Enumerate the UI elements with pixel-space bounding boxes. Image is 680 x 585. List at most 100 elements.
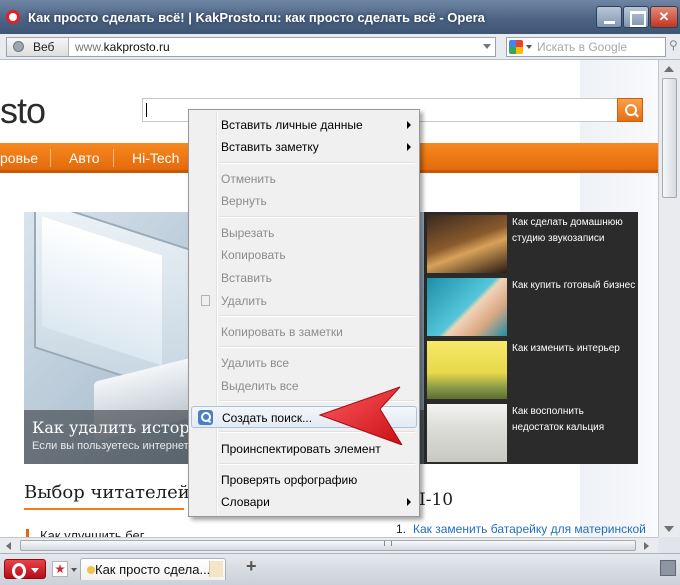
tab-label: Как просто сдела...	[95, 562, 211, 577]
menu-item-label: Вставить личные данные	[221, 118, 363, 132]
address-history-dropdown-icon[interactable]	[483, 44, 491, 49]
vertical-scroll-thumb[interactable]	[662, 78, 677, 198]
side-article-title[interactable]: Как изменить интерьер	[512, 341, 636, 357]
menu-item-insert-personal-data[interactable]: Вставить личные данные	[191, 114, 417, 136]
google-icon[interactable]	[509, 40, 523, 54]
web-badge[interactable]: Веб	[7, 38, 69, 56]
annotation-arrow-icon	[318, 386, 403, 445]
address-url[interactable]: www.kakprosto.ru	[75, 38, 170, 56]
search-go-icon[interactable]: ⚲	[669, 38, 679, 52]
menu-separator	[219, 463, 415, 465]
scroll-down-arrow-icon[interactable]	[664, 526, 674, 532]
minimize-button[interactable]	[596, 6, 622, 28]
side-article-title[interactable]: Как купить готовый бизнес	[512, 278, 636, 294]
article-link[interactable]: Как улучшить бег	[40, 528, 144, 537]
opera-logo-icon	[6, 10, 20, 24]
context-menu: Вставить личные данные Вставить заметку …	[188, 109, 420, 517]
scroll-left-arrow-icon[interactable]	[6, 542, 11, 550]
section-title-top: I-10	[419, 490, 454, 510]
menu-item-label: Копировать в заметки	[221, 325, 343, 339]
side-article-title[interactable]: Как восполнить недостаток кальция	[512, 404, 636, 436]
scroll-grip-icon	[384, 541, 392, 546]
list-bullet	[26, 529, 29, 537]
scroll-right-arrow-icon[interactable]	[644, 542, 649, 550]
menu-item-label: Вернуть	[221, 194, 267, 208]
menu-separator	[219, 216, 415, 218]
search-field[interactable]: Искать в Google	[506, 37, 666, 57]
list-number: 1.	[396, 522, 407, 536]
article-link[interactable]: Как заменить батарейку для материнской	[413, 522, 646, 536]
menu-item-redo[interactable]: Вернуть	[191, 190, 417, 212]
new-tab-button[interactable]: +	[246, 556, 257, 577]
menu-item-label: Удалить	[221, 294, 267, 308]
nav-divider	[113, 149, 114, 167]
side-article-thumbnail	[427, 278, 507, 336]
menu-item-check-spelling[interactable]: Проверять орфографию	[191, 469, 417, 491]
tab-active[interactable]: Как просто сдела...	[80, 558, 226, 580]
menu-item-label: Отменить	[221, 172, 276, 186]
side-article-thumbnail	[427, 215, 507, 273]
nav-item-auto[interactable]: Авто	[69, 143, 100, 173]
site-search-button[interactable]	[617, 98, 643, 122]
search-engine-dropdown-icon[interactable]	[526, 45, 532, 49]
scroll-corner	[658, 537, 680, 553]
menu-item-label: Выделить все	[221, 379, 299, 393]
side-article-list: Как сделать домашнюю студию звукозаписи …	[424, 212, 638, 464]
menu-item-label: Создать поиск...	[222, 411, 313, 425]
opera-menu-button[interactable]	[4, 559, 46, 579]
panel-toggle-icon[interactable]	[660, 560, 676, 576]
text-caret	[146, 103, 147, 117]
menu-item-dictionaries[interactable]: Словари	[191, 491, 417, 513]
menu-item-copy-to-notes[interactable]: Копировать в заметки	[191, 321, 417, 343]
delete-icon	[201, 295, 210, 306]
hero-subtitle: Если вы пользуетесь интернетом	[32, 440, 203, 452]
menu-item-insert-note[interactable]: Вставить заметку	[191, 136, 417, 158]
bookmark-dropdown-icon[interactable]	[71, 568, 77, 572]
address-field[interactable]: Веб www.kakprosto.ru	[6, 37, 496, 57]
section-underline	[24, 508, 184, 510]
side-article[interactable]: Как изменить интерьер	[424, 338, 638, 401]
tab-close-button[interactable]	[209, 561, 223, 577]
address-toolbar: Веб www.kakprosto.ru Искать в Google	[0, 34, 680, 60]
menu-item-paste[interactable]: Вставить	[191, 267, 417, 289]
menu-item-cut[interactable]: Вырезать	[191, 222, 417, 244]
side-article[interactable]: Как купить готовый бизнес	[424, 275, 638, 338]
menu-item-label: Копировать	[221, 248, 286, 262]
menu-item-copy[interactable]: Копировать	[191, 244, 417, 266]
vertical-scrollbar[interactable]	[658, 60, 680, 537]
submenu-arrow-icon	[407, 121, 411, 129]
menu-item-delete[interactable]: Удалить	[191, 290, 417, 312]
site-logo[interactable]: sto	[0, 90, 46, 132]
horizontal-scroll-thumb[interactable]	[20, 540, 636, 551]
nav-item-health[interactable]: ровье	[0, 143, 38, 173]
web-badge-label: Веб	[33, 40, 55, 54]
side-article[interactable]: Как сделать домашнюю студию звукозаписи	[424, 212, 638, 275]
maximize-button[interactable]	[623, 6, 649, 28]
menu-separator	[219, 315, 415, 317]
tab-bar: Как просто сдела... +	[0, 553, 680, 585]
create-search-icon	[198, 410, 213, 425]
menu-item-label: Вырезать	[221, 226, 275, 240]
menu-item-undo[interactable]: Отменить	[191, 168, 417, 190]
menu-item-label: Удалить все	[221, 356, 290, 370]
search-placeholder: Искать в Google	[537, 40, 628, 54]
menu-item-label: Вставить	[221, 271, 272, 285]
horizontal-scrollbar[interactable]	[0, 537, 658, 553]
menu-item-label: Проверять орфографию	[221, 473, 358, 487]
scroll-up-arrow-icon[interactable]	[664, 66, 674, 72]
nav-divider	[50, 149, 51, 167]
close-button[interactable]: ✕	[650, 6, 678, 28]
tab-favicon-icon	[87, 566, 95, 574]
menu-separator	[219, 162, 415, 164]
nav-item-hitech[interactable]: Hi-Tech	[132, 143, 179, 173]
menu-separator	[219, 346, 415, 348]
globe-icon	[13, 41, 24, 52]
menu-item-label: Вставить заметку	[221, 140, 319, 154]
menu-item-delete-all[interactable]: Удалить все	[191, 352, 417, 374]
submenu-arrow-icon	[407, 498, 411, 506]
side-article-title[interactable]: Как сделать домашнюю студию звукозаписи	[512, 215, 636, 247]
side-article[interactable]: Как восполнить недостаток кальция	[424, 401, 638, 464]
bookmark-star-icon[interactable]	[52, 561, 68, 577]
section-title-readers-choice: Выбор читателей	[24, 482, 190, 503]
window-titlebar: Как просто сделать всё! | KakProsto.ru: …	[0, 0, 680, 34]
